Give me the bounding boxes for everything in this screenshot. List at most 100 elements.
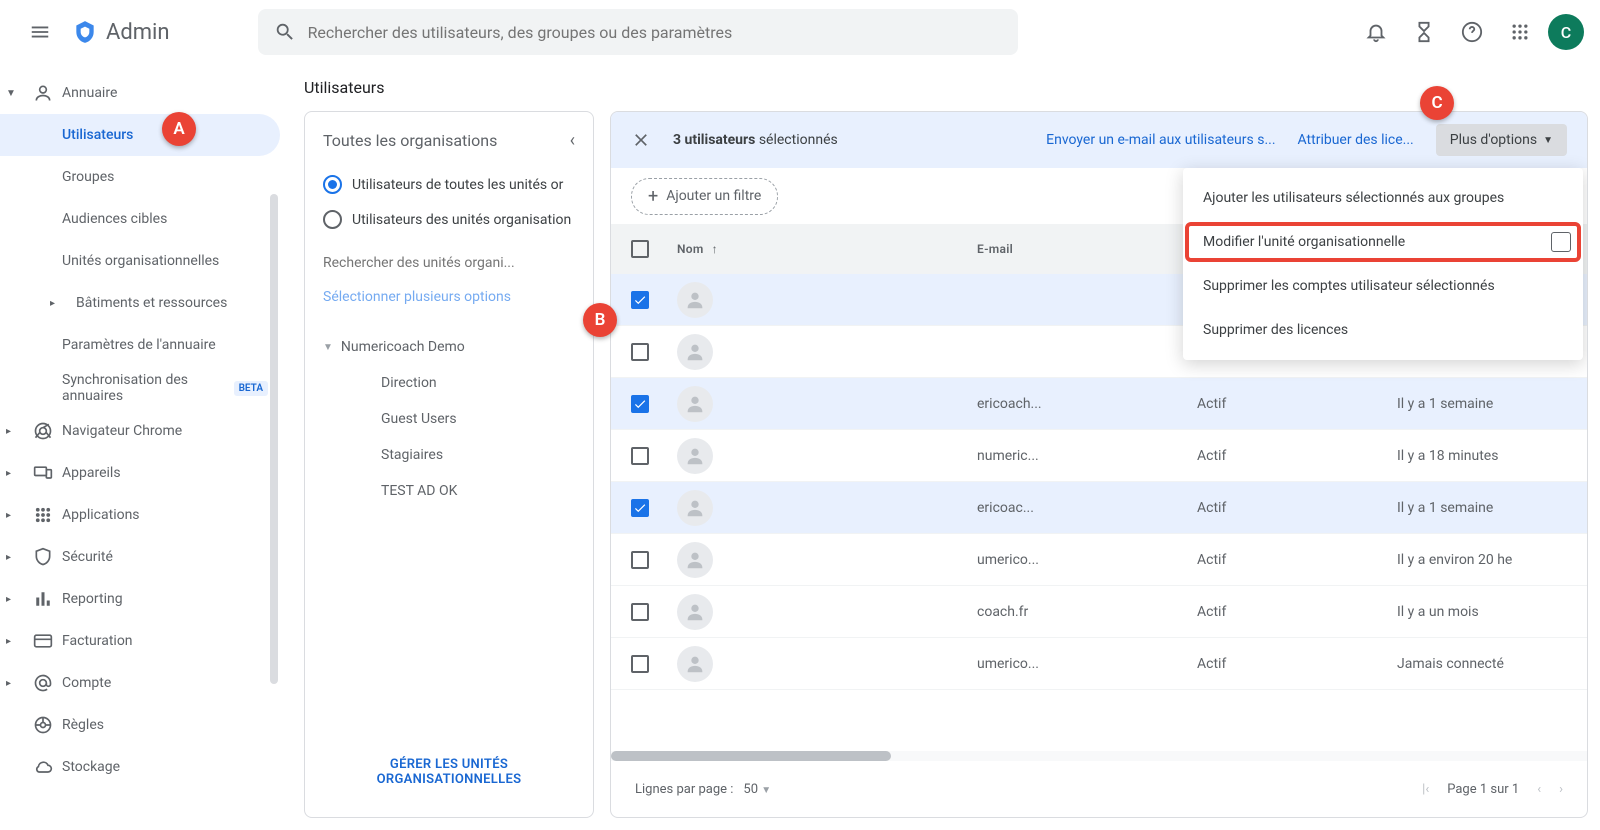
cell-connect: Il y a environ 20 he [1397,552,1567,568]
cell-email: coach.fr [977,604,1197,620]
radio-label: Utilisateurs des unités organisation [352,212,571,228]
column-email[interactable]: E-mail [977,242,1197,256]
row-checkbox[interactable] [631,655,649,673]
first-page-button[interactable]: |‹ [1422,782,1429,797]
nav-buildings[interactable]: ▸Bâtiments et ressources [0,282,280,324]
nav-label: Applications [62,507,140,523]
horizontal-scrollbar[interactable] [611,751,1587,761]
radio-all-users[interactable]: Utilisateurs de toutes les unités or [323,175,575,194]
table-row[interactable]: umerico...ActifIl y a environ 20 he [611,534,1587,586]
nav-audiences[interactable]: Audiences cibles [0,198,280,240]
search-bar[interactable] [258,9,1018,55]
user-avatar-icon [677,282,713,318]
cell-status: Actif [1197,448,1397,464]
nav-reporting[interactable]: ▸Reporting [0,578,280,620]
row-checkbox[interactable] [631,551,649,569]
scrollbar-thumb[interactable] [270,194,278,684]
help-button[interactable] [1452,12,1492,52]
close-selection-button[interactable] [631,130,651,150]
manage-org-link[interactable]: GÉRER LES UNITÉS ORGANISATIONNELLES [323,745,575,799]
nav-chrome[interactable]: ▸Navigateur Chrome [0,410,280,452]
card-icon [32,630,54,652]
nav-label: Synchronisation des annuaires [62,372,220,404]
admin-logo-icon [72,19,98,45]
org-header: Toutes les organisations ‹ [323,130,575,151]
row-checkbox[interactable] [631,447,649,465]
apps-button[interactable] [1500,12,1540,52]
chevron-down-icon: ▼ [6,88,24,99]
chevron-down-icon: ▼ [323,342,333,353]
scrollbar-thumb[interactable] [611,751,891,761]
nav-label: Utilisateurs [62,127,133,143]
nav-storage[interactable]: ▸Stockage [0,746,280,788]
row-checkbox[interactable] [631,395,649,413]
select-all-checkbox[interactable] [631,240,649,258]
nav-devices[interactable]: ▸Appareils [0,452,280,494]
row-checkbox[interactable] [631,499,649,517]
nav-label: Bâtiments et ressources [76,295,227,311]
column-name[interactable]: Nom↑ [677,242,977,256]
table-panel: 3 utilisateurs sélectionnés Envoyer un e… [610,111,1588,818]
table-row[interactable]: umerico...ActifJamais connecté [611,638,1587,690]
hourglass-icon [1413,21,1435,43]
add-filter-button[interactable]: + Ajouter un filtre [631,178,778,215]
nav-billing[interactable]: ▸Facturation [0,620,280,662]
annotation-badge-b: B [583,303,617,337]
nav-directory-settings[interactable]: Paramètres de l'annuaire [0,324,280,366]
collapse-button[interactable]: ‹ [570,130,575,151]
nav-rules[interactable]: ▸Règles [0,704,280,746]
row-checkbox[interactable] [631,343,649,361]
org-tree-item[interactable]: Direction [323,365,575,401]
nav-label: Appareils [62,465,121,481]
user-avatar-icon [677,334,713,370]
dropdown-delete-accounts[interactable]: Supprimer les comptes utilisateur sélect… [1183,264,1583,308]
dropdown-change-ou[interactable]: Modifier l'unité organisationnelle [1183,220,1583,264]
nav-account[interactable]: ▸Compte [0,662,280,704]
logo[interactable]: Admin [72,19,170,45]
org-tree-item[interactable]: TEST AD OK [323,473,575,509]
more-options-button[interactable]: Plus d'options▼ [1436,124,1567,156]
table-row[interactable]: numeric...ActifIl y a 18 minutes [611,430,1587,482]
devices-icon [32,462,54,484]
radio-ou-users[interactable]: Utilisateurs des unités organisation [323,210,575,229]
sidebar: ▼ Annuaire Utilisateurs Groupes Audience… [0,64,280,830]
page-title: Utilisateurs [280,64,1600,111]
search-input[interactable] [308,23,1002,42]
nav-users[interactable]: Utilisateurs [0,114,280,156]
multi-select-link[interactable]: Sélectionner plusieurs options [323,289,575,305]
nav-sync[interactable]: Synchronisation des annuaires BETA [0,366,280,410]
org-search-input[interactable] [323,255,575,271]
main-content: Utilisateurs Toutes les organisations ‹ … [280,64,1600,830]
nav-groups[interactable]: Groupes [0,156,280,198]
chevron-right-icon: ▸ [6,510,24,521]
action-email[interactable]: Envoyer un e-mail aux utilisateurs s... [1046,132,1275,148]
org-tree-item[interactable]: Guest Users [323,401,575,437]
org-tree-root[interactable]: ▼Numericoach Demo [323,329,575,365]
table-row[interactable]: ericoac...ActifIl y a 1 semaine [611,482,1587,534]
menu-button[interactable] [16,8,64,56]
cell-connect: Il y a 18 minutes [1397,448,1567,464]
dropdown-remove-licenses[interactable]: Supprimer des licences [1183,308,1583,352]
row-checkbox[interactable] [631,291,649,309]
rows-per-page-select[interactable]: 50 ▼ [743,782,771,797]
nav-label: Règles [62,717,104,733]
nav-org-units[interactable]: Unités organisationnelles [0,240,280,282]
table-row[interactable]: ericoach...ActifIl y a 1 semaine [611,378,1587,430]
next-page-button[interactable]: › [1559,782,1563,797]
notifications-button[interactable] [1356,12,1396,52]
row-checkbox[interactable] [631,603,649,621]
radio-label: Utilisateurs de toutes les unités or [352,177,563,193]
action-license[interactable]: Attribuer des lice... [1298,132,1414,148]
chevron-right-icon: ▸ [6,594,24,605]
nav-directory[interactable]: ▼ Annuaire [0,72,280,114]
dropdown-add-to-groups[interactable]: Ajouter les utilisateurs sélectionnés au… [1183,176,1583,220]
org-tree-item[interactable]: Stagiaires [323,437,575,473]
logo-text: Admin [106,20,170,45]
beta-badge: BETA [234,381,268,396]
nav-apps[interactable]: ▸ Applications [0,494,280,536]
prev-page-button[interactable]: ‹ [1537,782,1541,797]
table-row[interactable]: coach.frActifIl y a un mois [611,586,1587,638]
nav-security[interactable]: ▸Sécurité [0,536,280,578]
account-avatar[interactable]: C [1548,14,1584,50]
tasks-button[interactable] [1404,12,1444,52]
